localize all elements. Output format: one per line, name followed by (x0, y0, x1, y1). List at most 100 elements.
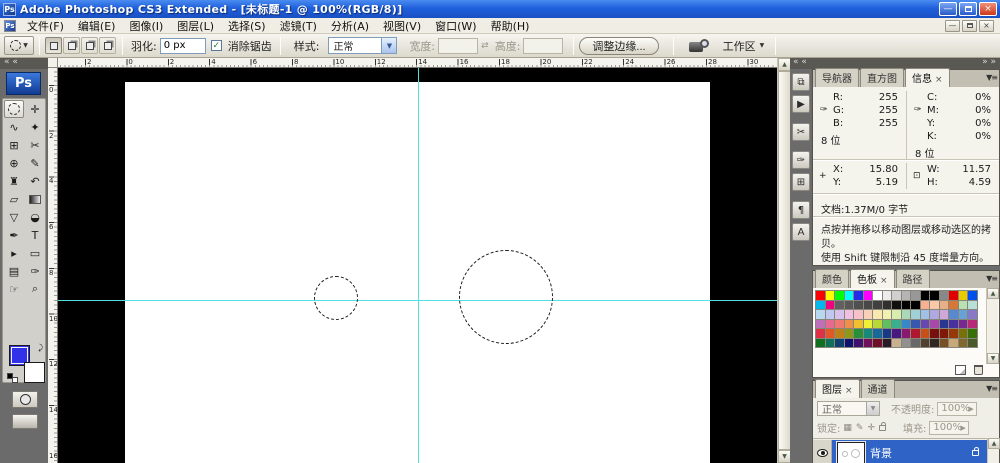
layer-name[interactable]: 背景 (870, 445, 892, 461)
panel-menu-icon[interactable]: ▼≡ (986, 274, 997, 283)
elliptical-marquee-tool[interactable] (4, 100, 24, 118)
lock-position-icon[interactable]: ✛ (867, 423, 875, 433)
notes-tool[interactable]: ▤ (4, 262, 24, 280)
zoom-tool[interactable]: ⌕ (25, 280, 45, 298)
document-viewport[interactable] (58, 68, 777, 463)
menu-item-5[interactable]: 滤镜(T) (273, 17, 324, 35)
slice-tool[interactable]: ✂ (25, 136, 45, 154)
quick-selection-tool[interactable]: ✦ (25, 118, 45, 136)
actions-icon[interactable]: ▶ (792, 95, 810, 113)
brushes-icon[interactable]: ✑ (792, 151, 810, 169)
tab-close-icon[interactable]: × (880, 276, 888, 286)
dock-collapse-button[interactable]: « « (790, 58, 812, 69)
subtract-from-selection-button[interactable] (81, 37, 98, 54)
lock-transparency-icon[interactable]: ▦ (843, 423, 852, 433)
lasso-tool[interactable]: ∿ (4, 118, 24, 136)
delete-swatch-icon[interactable] (974, 365, 983, 375)
path-selection-tool[interactable]: ▸ (4, 244, 24, 262)
screen-mode-button[interactable] (12, 414, 38, 429)
info-tab-0[interactable]: 导航器 (815, 68, 859, 87)
menu-item-4[interactable]: 选择(S) (221, 17, 273, 35)
move-tool[interactable]: ✛ (25, 100, 45, 118)
background-layer-row[interactable]: 背景 (813, 440, 987, 463)
feather-input[interactable] (160, 38, 206, 54)
style-dropdown[interactable]: 正常 ▼ (328, 37, 397, 54)
layers-tab-0[interactable]: 图层× (815, 379, 860, 398)
opacity-control[interactable]: 100% ▶ (937, 402, 976, 416)
intersect-selection-button[interactable] (99, 37, 116, 54)
fill-control[interactable]: 100% ▶ (929, 421, 968, 435)
swap-colors-icon[interactable]: ⤸ (38, 343, 43, 353)
panel-menu-icon[interactable]: ▼≡ (986, 73, 997, 82)
default-colors-icon[interactable] (7, 373, 18, 383)
ruler-top[interactable]: 2024681012141618202224262830 (58, 58, 777, 68)
lock-all-icon[interactable] (879, 425, 886, 431)
panel-menu-icon[interactable]: ▼≡ (986, 384, 997, 393)
pen-tool[interactable]: ✒ (4, 226, 24, 244)
ruler-left[interactable]: 0246810121416 (48, 68, 58, 463)
doc-close-button[interactable]: × (979, 20, 994, 32)
info-tab-2[interactable]: 信息× (905, 68, 950, 87)
go-to-bridge-icon[interactable] (689, 39, 711, 53)
clone-stamp-tool[interactable]: ♜ (4, 172, 24, 190)
menu-item-0[interactable]: 文件(F) (20, 17, 71, 35)
gradient-tool[interactable] (25, 190, 45, 208)
layers-tab-1[interactable]: 通道 (861, 379, 895, 398)
scroll-up-icon[interactable]: ▲ (987, 288, 999, 299)
healing-brush-tool[interactable]: ⊕ (4, 154, 24, 172)
large-marquee-selection[interactable] (459, 250, 553, 344)
clone-source-icon[interactable]: ⊞ (792, 173, 810, 191)
current-tool-button[interactable]: ▼ (4, 36, 34, 55)
new-swatch-icon[interactable] (955, 365, 966, 375)
tool-presets-icon[interactable]: ✂ (792, 123, 810, 141)
toolbox-collapse-button[interactable]: « « (0, 58, 48, 69)
menu-item-1[interactable]: 编辑(E) (71, 17, 123, 35)
paragraph-icon[interactable]: ¶ (792, 201, 810, 219)
menu-item-9[interactable]: 帮助(H) (484, 17, 537, 35)
crop-tool[interactable]: ⊞ (4, 136, 24, 154)
menu-item-7[interactable]: 视图(V) (376, 17, 428, 35)
width-input[interactable] (438, 38, 478, 54)
scroll-up-icon[interactable]: ▲ (988, 438, 1000, 449)
layers-scrollbar[interactable]: ▲ (987, 438, 999, 463)
add-to-selection-button[interactable] (63, 37, 80, 54)
tab-close-icon[interactable]: × (935, 75, 943, 85)
shape-tool[interactable]: ▭ (25, 244, 45, 262)
info-tab-1[interactable]: 直方图 (860, 68, 904, 87)
layer-visibility-toggle[interactable] (813, 440, 832, 463)
minimize-button[interactable]: — (939, 2, 957, 16)
tab-close-icon[interactable]: × (845, 386, 853, 396)
brush-tool[interactable]: ✎ (25, 154, 45, 172)
new-selection-button[interactable] (45, 37, 62, 54)
refine-edge-button[interactable]: 调整边缘... (579, 37, 658, 55)
ruler-corner[interactable] (48, 58, 58, 68)
history-brush-tool[interactable]: ↶ (25, 172, 45, 190)
layer-thumbnail[interactable] (837, 442, 865, 463)
layer-comps-icon[interactable]: ⧉ (792, 73, 810, 91)
character-icon[interactable]: A (792, 223, 810, 241)
swap-dimensions-icon[interactable]: ⇄ (481, 41, 489, 51)
workspace-button[interactable]: 工作区 ▼ (717, 36, 771, 56)
canvas-vertical-scrollbar[interactable]: ▲ ▼ (777, 58, 790, 463)
eraser-tool[interactable]: ▱ (4, 190, 24, 208)
swatches-tab-2[interactable]: 路径 (896, 269, 930, 288)
close-button[interactable]: × (979, 2, 997, 16)
doc-restore-button[interactable] (962, 20, 977, 32)
lock-pixels-icon[interactable]: ✎ (856, 423, 864, 433)
menu-item-3[interactable]: 图层(L) (170, 17, 221, 35)
swatches-tab-0[interactable]: 颜色 (815, 269, 849, 288)
hand-tool[interactable]: ☞ (4, 280, 24, 298)
swatches-scrollbar[interactable]: ▲ ▼ (986, 288, 998, 364)
doc-minimize-button[interactable]: — (945, 20, 960, 32)
vertical-guide[interactable] (418, 68, 419, 463)
antialias-checkbox[interactable]: ✓ (211, 40, 222, 51)
menu-item-8[interactable]: 窗口(W) (428, 17, 483, 35)
restore-button[interactable] (959, 2, 977, 16)
swatches-tab-1[interactable]: 色板× (850, 269, 895, 288)
scroll-down-icon[interactable]: ▼ (987, 353, 999, 364)
color-swatch-101[interactable] (967, 338, 978, 349)
background-color-swatch[interactable] (24, 362, 45, 383)
menu-item-6[interactable]: 分析(A) (324, 17, 376, 35)
eyedropper-tool[interactable]: ✑ (25, 262, 45, 280)
quick-mask-button[interactable] (12, 391, 38, 408)
